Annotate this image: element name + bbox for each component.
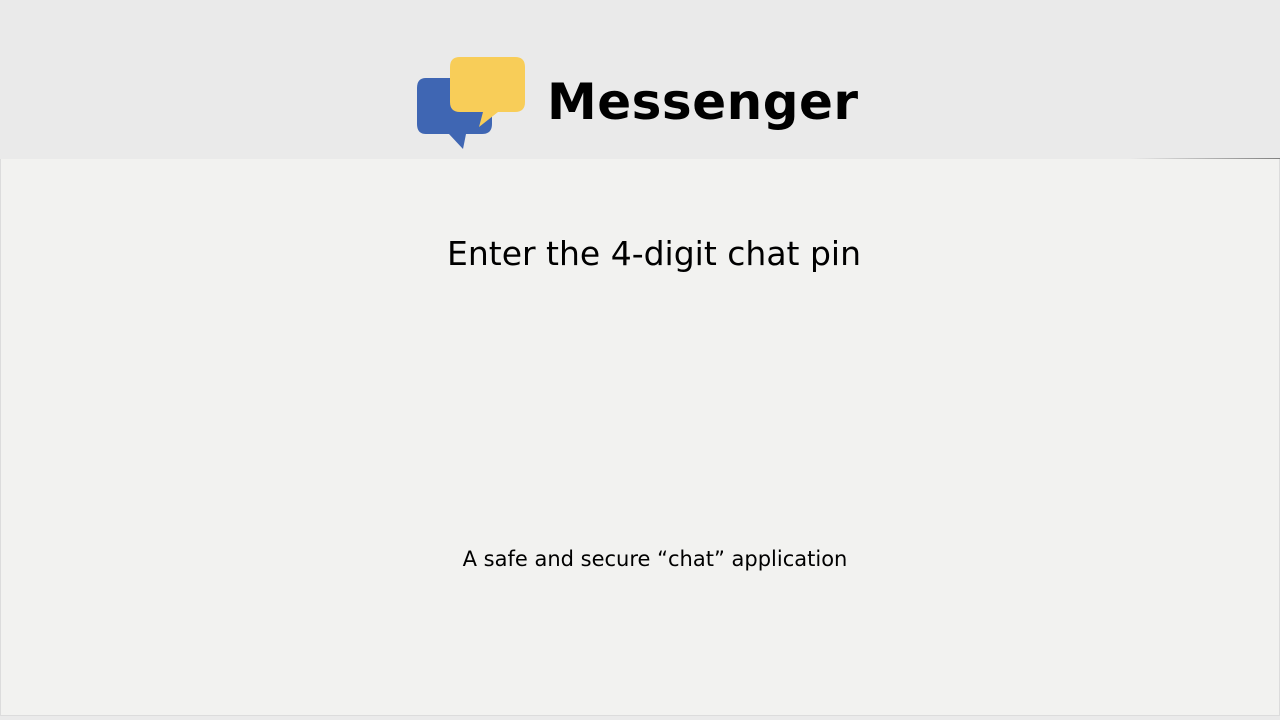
app-title: Messenger	[547, 73, 859, 131]
app-tagline: A safe and secure “chat” application	[462, 547, 848, 571]
pin-entry-panel: Enter the 4-digit chat pin A safe and se…	[0, 159, 1280, 716]
pin-prompt-heading: Enter the 4-digit chat pin	[446, 234, 861, 273]
chat-bubbles-icon	[417, 57, 525, 149]
app-header: Messenger	[0, 0, 1280, 159]
logo	[416, 56, 528, 152]
